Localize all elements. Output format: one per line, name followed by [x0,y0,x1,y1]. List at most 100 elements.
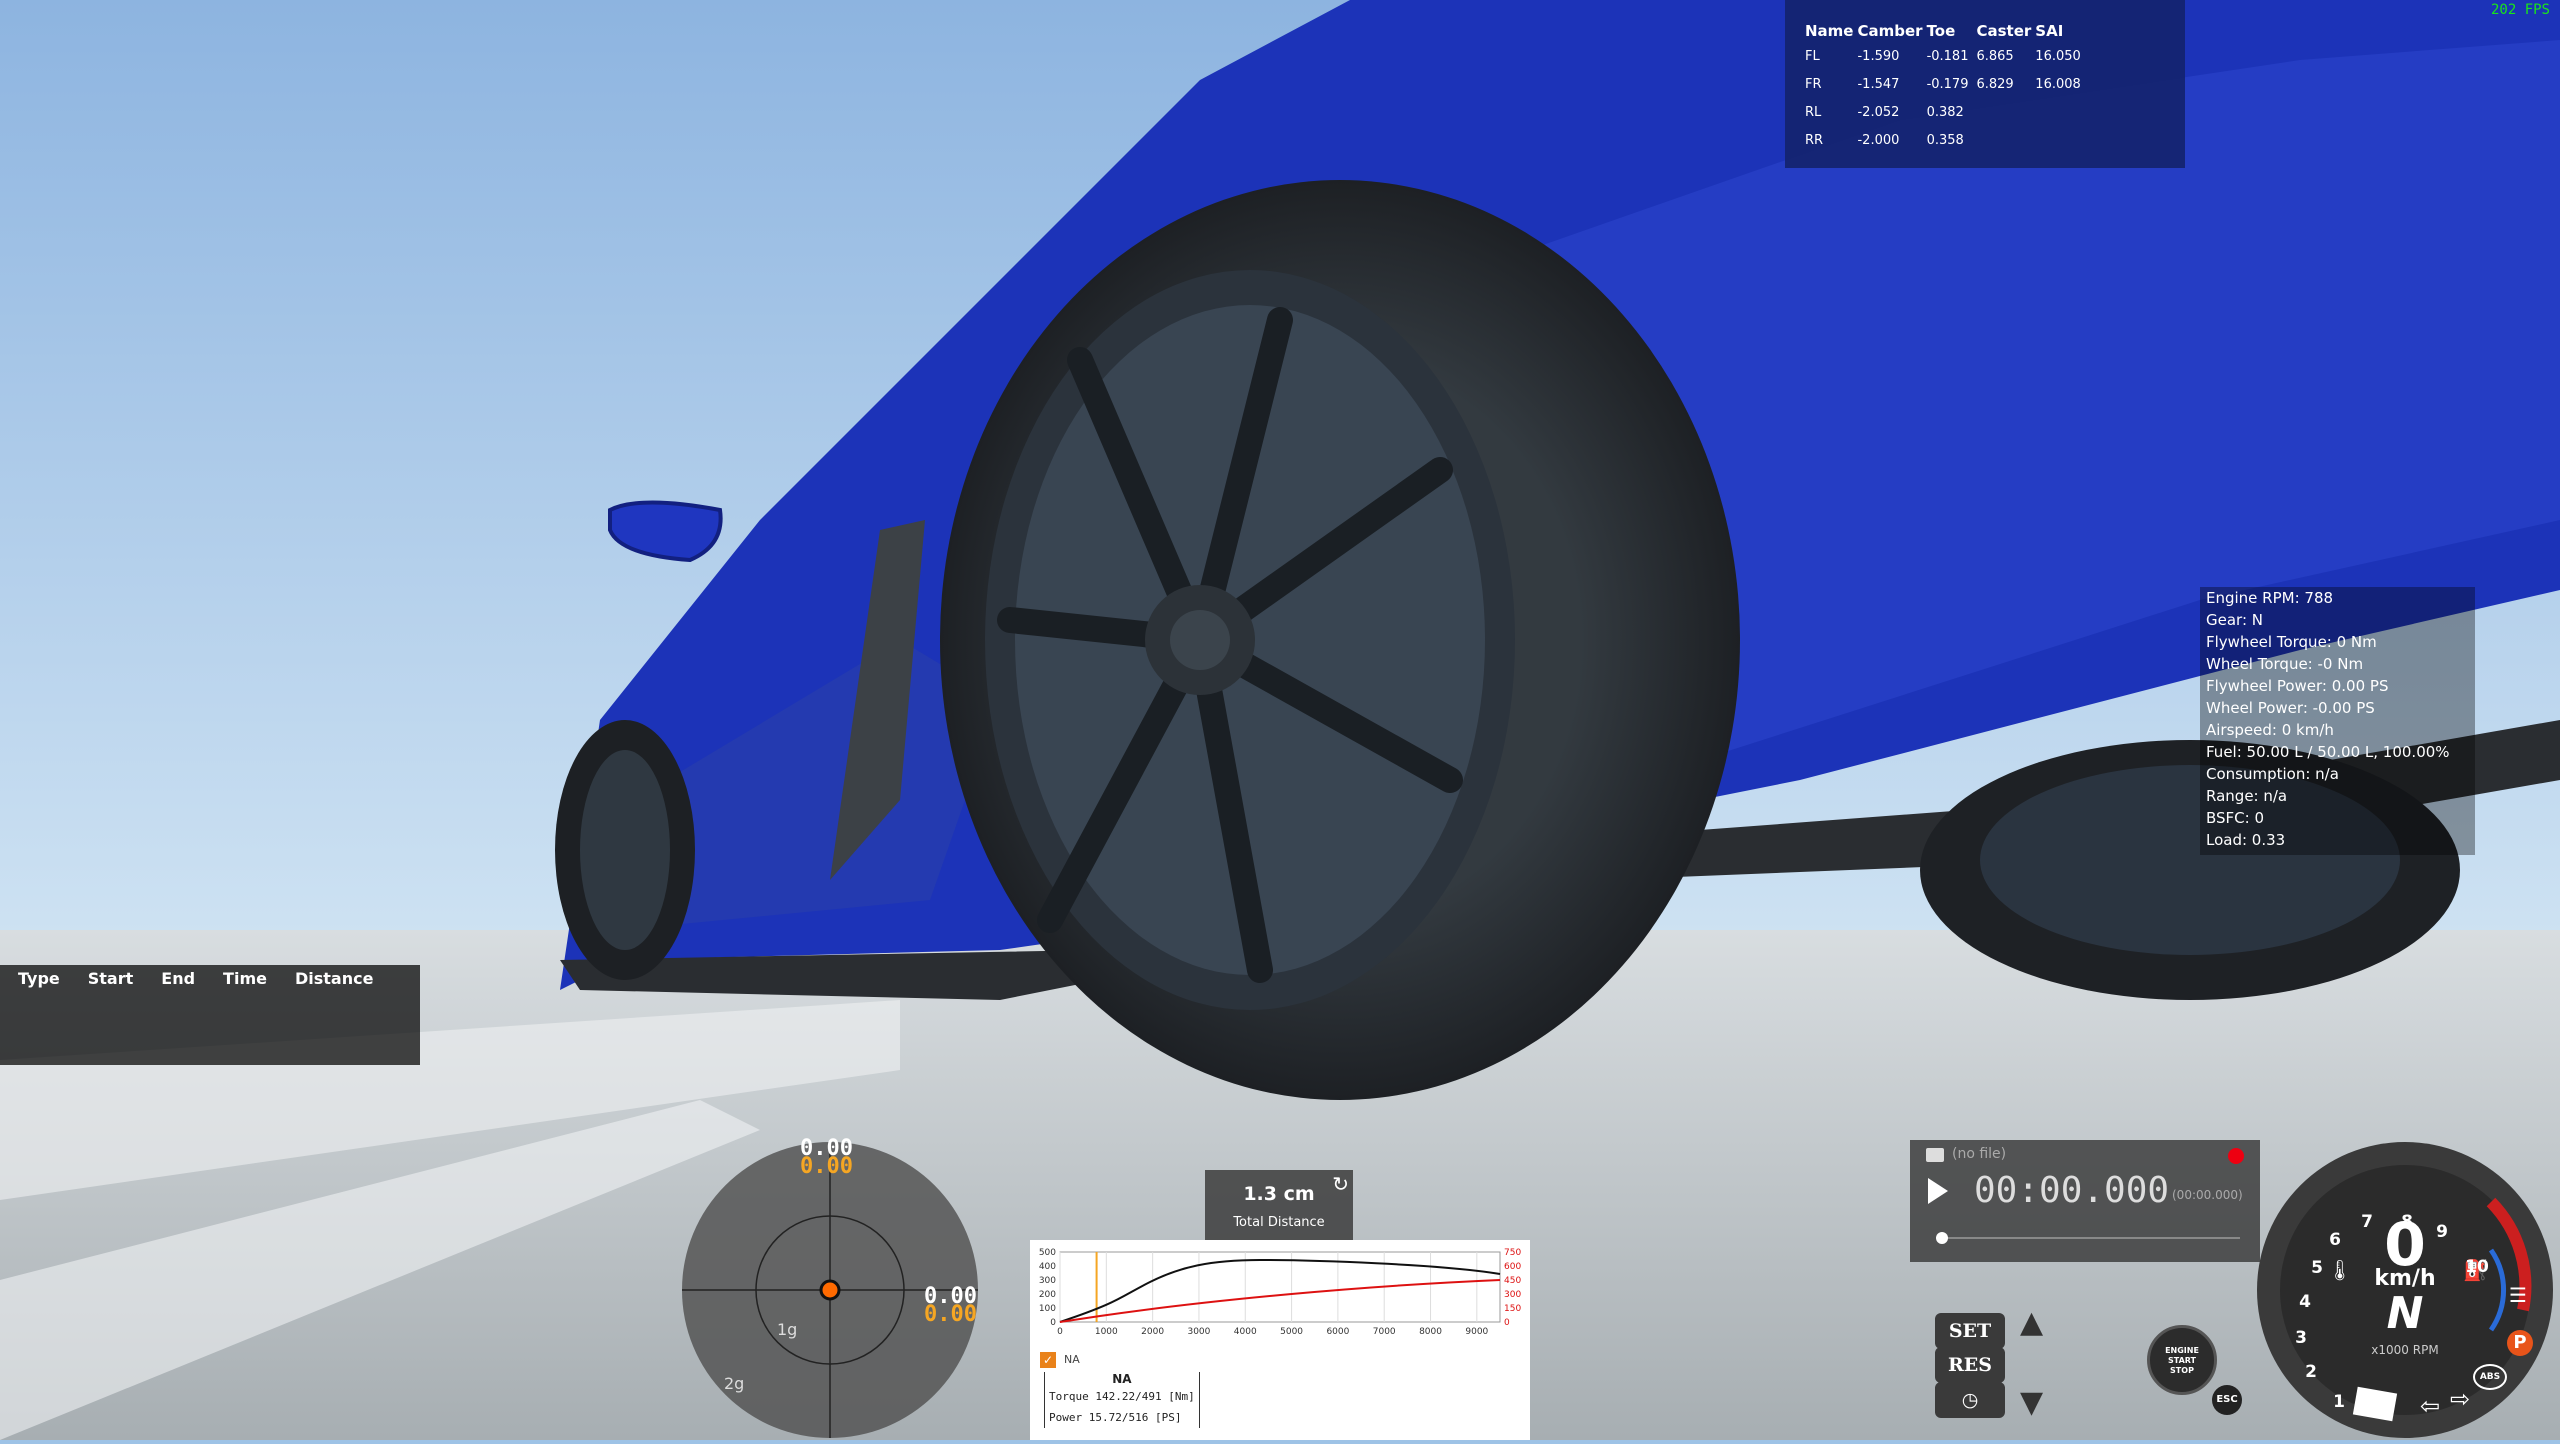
y-tick-label: 500 [1039,1248,1056,1258]
speedometer-gauge: 0 km/h N x1000 RPM P ABS 🌡 ⛽ ⇦ ⇨ ☰ 12345… [2255,1140,2555,1444]
chart-legend[interactable]: ✓ NA [1040,1352,1080,1368]
g-meter: 0.00 0.00 0.00 0.00 1g 2g [680,1136,980,1444]
y-tick-label: 100 [1039,1304,1056,1314]
total-distance-widget: 1.3 cm Total Distance ↻ [1205,1170,1353,1240]
power-curve [1059,1279,1501,1323]
y2-tick-label: 600 [1504,1262,1521,1272]
timing-header: Type Start End Time Distance [0,965,420,988]
fps-counter: 202 FPS [2490,2,2550,18]
x-tick-label: 8000 [1419,1327,1442,1337]
cell [1976,98,2035,126]
y2-tick-label: 300 [1504,1290,1521,1300]
g-top-value-peak: 0.00 [800,1154,853,1179]
col-sai: SAI [2035,22,2064,40]
cruise-up-arrow-icon[interactable]: ▲ [2020,1305,2043,1340]
checkbox-icon[interactable]: ✓ [1040,1352,1056,1368]
play-button[interactable] [1928,1178,1948,1204]
abs-icon: ABS [2473,1364,2507,1390]
engine-info-line: Consumption: n/a [2206,765,2339,783]
y-tick-label: 300 [1039,1276,1056,1286]
table-row: FR -1.547 -0.179 6.829 16.008 [1805,70,2089,98]
engine-info-line: BSFC: 0 [2206,809,2265,827]
alignment-table: Name Camber Toe Caster SAI FL -1.590 -0.… [1805,20,2089,154]
col-type: Type [18,969,60,988]
cell: 0.382 [1926,104,1964,120]
x-tick-label: 4000 [1234,1327,1257,1337]
replay-seek-track[interactable] [1940,1237,2240,1239]
rpm-tick-label: 8 [2401,1212,2413,1232]
col-start: Start [87,969,134,988]
rpm-tick-label: 1 [2333,1392,2345,1412]
y2-tick-label: 0 [1504,1318,1510,1328]
left-signal-icon: ⇦ [2419,1392,2441,1420]
g-right-value-peak: 0.00 [924,1302,977,1327]
temperature-icon: 🌡 [2327,1258,2353,1282]
rpm-tick-label: 2 [2305,1362,2317,1382]
rpm-tick-label: 5 [2311,1258,2323,1278]
y2-tick-label: 750 [1504,1248,1521,1258]
power-label: Power [1049,1411,1083,1424]
col-toe: Toe [1926,22,1956,40]
right-signal-icon: ⇨ [2449,1385,2471,1413]
cell: -2.000 [1857,132,1900,148]
cell: RL [1805,104,1822,120]
g-ring-2g: 2g [724,1374,745,1393]
folder-icon[interactable] [1926,1148,1944,1162]
cruise-down-arrow-icon[interactable]: ▼ [2020,1385,2043,1420]
start-line2: START [2167,1356,2197,1365]
start-line3: STOP [2170,1366,2194,1375]
torque-label: Torque [1049,1390,1089,1403]
x-tick-label: 9000 [1465,1327,1488,1337]
wheel-alignment-panel: Name Camber Toe Caster SAI FL -1.590 -0.… [1785,0,2185,168]
y2-tick-label: 450 [1504,1276,1521,1286]
cruise-limiter-button[interactable]: ◷ [1935,1382,2005,1418]
col-camber: Camber [1857,22,1923,40]
engine-start-stop-button[interactable]: ENGINE START STOP [2147,1325,2217,1395]
rpm-label: x1000 RPM [2371,1343,2439,1357]
cell: 6.865 [1976,48,2014,64]
headlight-icon: ☰ [2509,1283,2527,1307]
y-tick-label: 200 [1039,1290,1056,1300]
engine-info-line: Flywheel Torque: 0 Nm [2206,633,2377,651]
table-row: RL -2.052 0.382 [1805,98,2089,126]
cruise-set-button[interactable]: SET [1935,1313,2005,1349]
col-name: Name [1805,22,1854,40]
table-row: RR -2.000 0.358 [1805,126,2089,154]
cell: FL [1805,48,1820,64]
rpm-tick-label: 7 [2361,1212,2373,1232]
cruise-res-button[interactable]: RES [1935,1347,2005,1383]
cell: 0.358 [1926,132,1964,148]
engine-info-line: Wheel Torque: -0 Nm [2206,655,2364,673]
rpm-tick-label: 9 [2436,1222,2448,1242]
start-line1: ENGINE [2165,1346,2199,1355]
cell: FR [1805,76,1822,92]
cell: -1.590 [1857,48,1900,64]
cell [2035,126,2089,154]
esc-button[interactable]: ESC [2212,1385,2242,1415]
col-distance: Distance [294,969,374,988]
torque-value: 142.22/491 [Nm] [1095,1390,1195,1403]
speed-limiter-icon: ◷ [1961,1389,1979,1411]
col-end: End [161,969,196,988]
x-tick-label: 7000 [1373,1327,1396,1337]
x-tick-label: 2000 [1141,1327,1164,1337]
engine-info-line: Load: 0.33 [2206,831,2286,849]
replay-seek-handle[interactable] [1936,1232,1948,1244]
rpm-tick-label: 3 [2295,1328,2307,1348]
engine-info-line: Engine RPM: 788 [2206,589,2334,607]
record-button[interactable] [2228,1148,2244,1164]
refresh-icon[interactable]: ↻ [1332,1172,1349,1196]
engine-info-line: Flywheel Power: 0.00 PS [2206,677,2389,695]
curve-name: NA [1112,1372,1132,1386]
cell: -1.547 [1857,76,1900,92]
torque-power-plot: 0 1000 2000 3000 4000 5000 6000 7000 8000 9000500… [1039,1248,1522,1337]
cell: RR [1805,132,1824,148]
rpm-tick-label: 4 [2299,1292,2311,1312]
g-ring-1g: 1g [777,1320,798,1339]
g-dot [819,1279,841,1301]
x-tick-label: 1000 [1095,1327,1118,1337]
col-time: Time [223,969,267,988]
cell: -0.179 [1926,76,1969,92]
cell: 6.829 [1976,76,2014,92]
engine-info-line: Fuel: 50.00 L / 50.00 L, 100.00% [2206,743,2450,761]
